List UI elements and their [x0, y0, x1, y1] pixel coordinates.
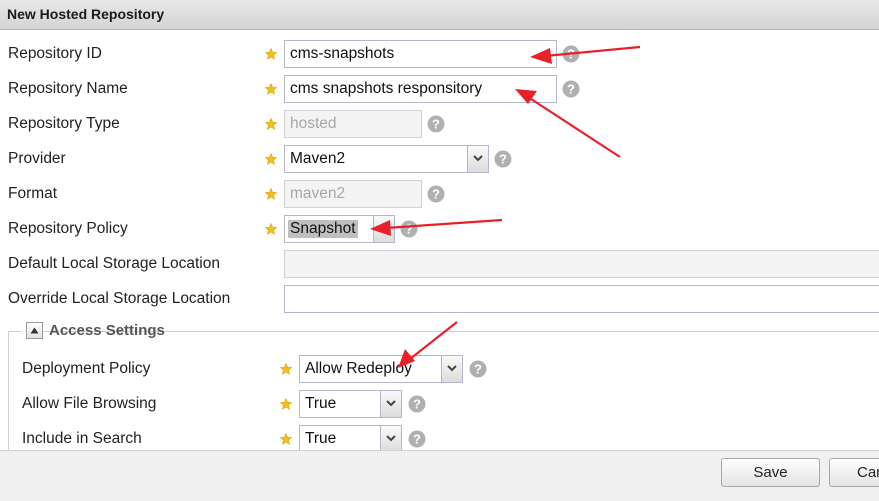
collapse-icon[interactable]: [26, 322, 43, 339]
cancel-button[interactable]: Can: [829, 458, 879, 487]
repository-name-label: Repository Name: [8, 80, 128, 97]
chevron-down-icon[interactable]: [380, 391, 401, 417]
required-star-icon: [265, 188, 277, 200]
repository-type-input: hosted: [284, 110, 422, 138]
svg-text:?: ?: [499, 152, 507, 167]
repository-type-label: Repository Type: [8, 115, 120, 132]
required-star-icon: [280, 363, 292, 375]
svg-text:?: ?: [567, 82, 575, 97]
svg-text:?: ?: [567, 47, 575, 62]
allow-file-browsing-label: Allow File Browsing: [22, 395, 157, 412]
svg-text:?: ?: [405, 222, 413, 237]
provider-label: Provider: [8, 150, 66, 167]
deployment-policy-select[interactable]: Allow Redeploy: [299, 355, 463, 383]
repository-policy-value: Snapshot: [288, 220, 358, 238]
include-in-search-label: Include in Search: [22, 430, 142, 447]
format-input: maven2: [284, 180, 422, 208]
chevron-down-icon[interactable]: [467, 146, 488, 172]
allow-file-browsing-select[interactable]: True: [299, 390, 402, 418]
chevron-down-icon[interactable]: [441, 356, 462, 382]
deployment-policy-value: Allow Redeploy: [305, 360, 412, 377]
access-settings-legend[interactable]: Access Settings: [22, 321, 165, 341]
override-storage-label: Override Local Storage Location: [8, 290, 231, 307]
deployment-policy-label: Deployment Policy: [22, 360, 151, 377]
repository-name-input[interactable]: cms snapshots responsitory: [284, 75, 557, 103]
help-icon[interactable]: ?: [408, 430, 426, 448]
window-titlebar: New Hosted Repository: [0, 0, 879, 30]
repository-policy-select[interactable]: Snapshot: [284, 215, 395, 243]
help-icon[interactable]: ?: [408, 395, 426, 413]
help-icon[interactable]: ?: [427, 115, 445, 133]
repository-id-label: Repository ID: [8, 45, 102, 62]
allow-file-browsing-value: True: [305, 395, 337, 412]
access-settings-title: Access Settings: [49, 322, 165, 339]
svg-text:?: ?: [413, 432, 421, 447]
help-icon[interactable]: ?: [562, 45, 580, 63]
repository-id-input[interactable]: cms-snapshots: [284, 40, 557, 68]
required-star-icon: [265, 153, 277, 165]
chevron-down-icon[interactable]: [380, 426, 401, 450]
required-star-icon: [265, 118, 277, 130]
override-storage-input[interactable]: [284, 285, 879, 313]
dialog-footer: Save Can: [0, 450, 879, 501]
required-star-icon: [265, 48, 277, 60]
provider-select[interactable]: Maven2: [284, 145, 489, 173]
repository-form: Repository ID cms-snapshots ? Repository…: [0, 31, 879, 450]
help-icon[interactable]: ?: [494, 150, 512, 168]
default-storage-label: Default Local Storage Location: [8, 255, 220, 272]
svg-text:?: ?: [432, 187, 440, 202]
help-icon[interactable]: ?: [427, 185, 445, 203]
svg-text:?: ?: [413, 397, 421, 412]
required-star-icon: [280, 398, 292, 410]
required-star-icon: [280, 433, 292, 445]
default-storage-input: [284, 250, 879, 278]
provider-value: Maven2: [290, 150, 346, 167]
svg-text:?: ?: [474, 362, 482, 377]
format-label: Format: [8, 185, 58, 202]
help-icon[interactable]: ?: [562, 80, 580, 98]
help-icon[interactable]: ?: [400, 220, 418, 238]
help-icon[interactable]: ?: [469, 360, 487, 378]
required-star-icon: [265, 223, 277, 235]
include-in-search-value: True: [305, 430, 337, 447]
required-star-icon: [265, 83, 277, 95]
include-in-search-select[interactable]: True: [299, 425, 402, 450]
chevron-down-icon[interactable]: [373, 216, 394, 242]
window-title: New Hosted Repository: [7, 6, 165, 22]
svg-text:?: ?: [432, 117, 440, 132]
repository-policy-label: Repository Policy: [8, 220, 128, 237]
save-button[interactable]: Save: [721, 458, 820, 487]
